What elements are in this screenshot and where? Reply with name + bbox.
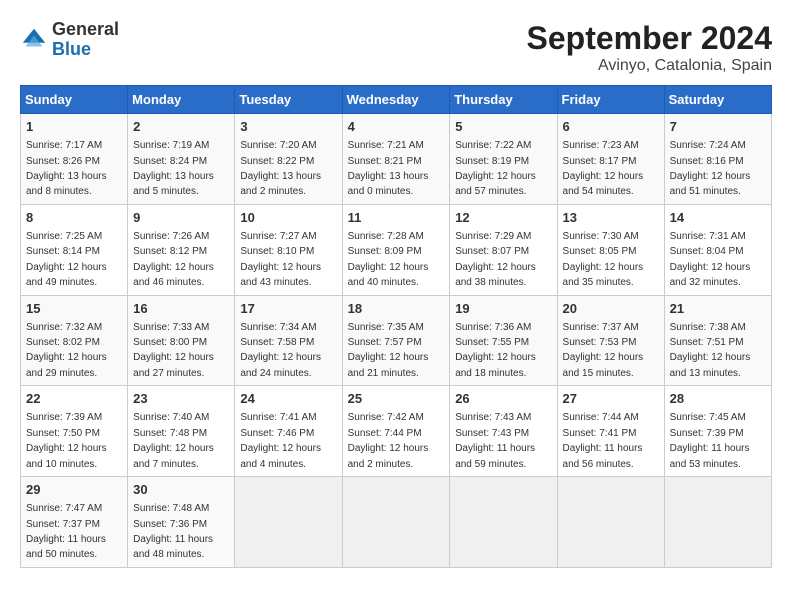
table-row: 7Sunrise: 7:24 AMSunset: 8:16 PMDaylight…	[664, 114, 771, 205]
logo-blue: Blue	[52, 39, 91, 59]
calendar-row: 22Sunrise: 7:39 AMSunset: 7:50 PMDayligh…	[21, 386, 772, 477]
col-monday: Monday	[128, 86, 235, 114]
calendar-row: 8Sunrise: 7:25 AMSunset: 8:14 PMDaylight…	[21, 204, 772, 295]
col-friday: Friday	[557, 86, 664, 114]
col-thursday: Thursday	[450, 86, 557, 114]
table-row: 4Sunrise: 7:21 AMSunset: 8:21 PMDaylight…	[342, 114, 450, 205]
table-row: 14Sunrise: 7:31 AMSunset: 8:04 PMDayligh…	[664, 204, 771, 295]
table-row: 22Sunrise: 7:39 AMSunset: 7:50 PMDayligh…	[21, 386, 128, 477]
table-row: 8Sunrise: 7:25 AMSunset: 8:14 PMDaylight…	[21, 204, 128, 295]
col-saturday: Saturday	[664, 86, 771, 114]
table-row: 5Sunrise: 7:22 AMSunset: 8:19 PMDaylight…	[450, 114, 557, 205]
col-wednesday: Wednesday	[342, 86, 450, 114]
table-row	[235, 477, 342, 568]
table-row: 15Sunrise: 7:32 AMSunset: 8:02 PMDayligh…	[21, 295, 128, 386]
table-row: 24Sunrise: 7:41 AMSunset: 7:46 PMDayligh…	[235, 386, 342, 477]
title-block: September 2024 Avinyo, Catalonia, Spain	[527, 20, 772, 75]
table-row: 13Sunrise: 7:30 AMSunset: 8:05 PMDayligh…	[557, 204, 664, 295]
table-row: 23Sunrise: 7:40 AMSunset: 7:48 PMDayligh…	[128, 386, 235, 477]
logo-text: General Blue	[52, 20, 119, 60]
table-row	[557, 477, 664, 568]
table-row: 2Sunrise: 7:19 AMSunset: 8:24 PMDaylight…	[128, 114, 235, 205]
table-row: 6Sunrise: 7:23 AMSunset: 8:17 PMDaylight…	[557, 114, 664, 205]
page-header: General Blue September 2024 Avinyo, Cata…	[20, 20, 772, 75]
table-row: 28Sunrise: 7:45 AMSunset: 7:39 PMDayligh…	[664, 386, 771, 477]
col-tuesday: Tuesday	[235, 86, 342, 114]
calendar-table: Sunday Monday Tuesday Wednesday Thursday…	[20, 85, 772, 568]
header-row: Sunday Monday Tuesday Wednesday Thursday…	[21, 86, 772, 114]
table-row	[664, 477, 771, 568]
calendar-row: 1Sunrise: 7:17 AMSunset: 8:26 PMDaylight…	[21, 114, 772, 205]
table-row: 30Sunrise: 7:48 AMSunset: 7:36 PMDayligh…	[128, 477, 235, 568]
table-row: 20Sunrise: 7:37 AMSunset: 7:53 PMDayligh…	[557, 295, 664, 386]
table-row: 19Sunrise: 7:36 AMSunset: 7:55 PMDayligh…	[450, 295, 557, 386]
logo-general: General	[52, 19, 119, 39]
table-row: 21Sunrise: 7:38 AMSunset: 7:51 PMDayligh…	[664, 295, 771, 386]
table-row: 18Sunrise: 7:35 AMSunset: 7:57 PMDayligh…	[342, 295, 450, 386]
calendar-row: 15Sunrise: 7:32 AMSunset: 8:02 PMDayligh…	[21, 295, 772, 386]
logo: General Blue	[20, 20, 119, 60]
table-row: 26Sunrise: 7:43 AMSunset: 7:43 PMDayligh…	[450, 386, 557, 477]
table-row: 27Sunrise: 7:44 AMSunset: 7:41 PMDayligh…	[557, 386, 664, 477]
table-row: 25Sunrise: 7:42 AMSunset: 7:44 PMDayligh…	[342, 386, 450, 477]
table-row	[342, 477, 450, 568]
month-title: September 2024	[527, 20, 772, 57]
table-row: 3Sunrise: 7:20 AMSunset: 8:22 PMDaylight…	[235, 114, 342, 205]
table-row: 10Sunrise: 7:27 AMSunset: 8:10 PMDayligh…	[235, 204, 342, 295]
col-sunday: Sunday	[21, 86, 128, 114]
table-row: 17Sunrise: 7:34 AMSunset: 7:58 PMDayligh…	[235, 295, 342, 386]
logo-icon	[20, 26, 48, 54]
calendar-row: 29Sunrise: 7:47 AMSunset: 7:37 PMDayligh…	[21, 477, 772, 568]
location-title: Avinyo, Catalonia, Spain	[527, 57, 772, 75]
table-row: 16Sunrise: 7:33 AMSunset: 8:00 PMDayligh…	[128, 295, 235, 386]
table-row: 11Sunrise: 7:28 AMSunset: 8:09 PMDayligh…	[342, 204, 450, 295]
table-row: 29Sunrise: 7:47 AMSunset: 7:37 PMDayligh…	[21, 477, 128, 568]
table-row: 1Sunrise: 7:17 AMSunset: 8:26 PMDaylight…	[21, 114, 128, 205]
table-row: 12Sunrise: 7:29 AMSunset: 8:07 PMDayligh…	[450, 204, 557, 295]
table-row: 9Sunrise: 7:26 AMSunset: 8:12 PMDaylight…	[128, 204, 235, 295]
table-row	[450, 477, 557, 568]
